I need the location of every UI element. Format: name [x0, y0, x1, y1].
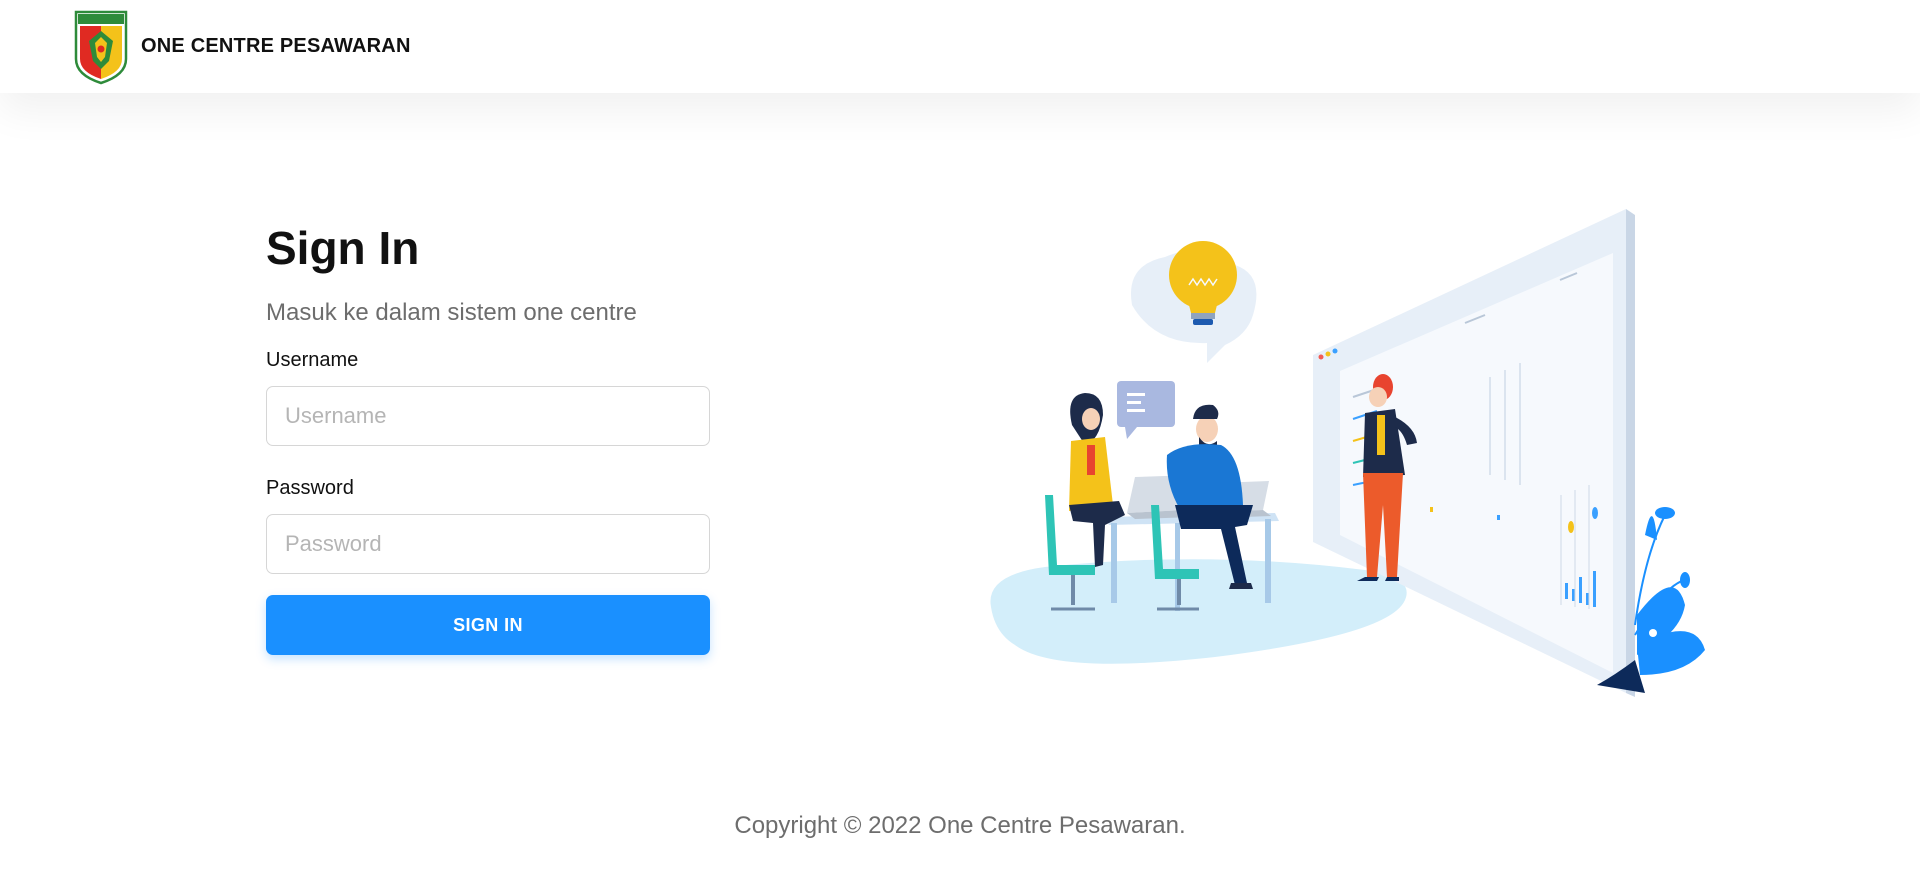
team-collaboration-illustration — [990, 209, 1705, 697]
footer-copyright: Copyright © 2022 One Centre Pesawaran. — [734, 812, 1186, 839]
pesawaran-logo — [74, 10, 128, 84]
username-input[interactable] — [266, 386, 710, 446]
login-form: Sign In Masuk ke dalam sistem one centre… — [266, 220, 710, 655]
top-navbar: ONE CENTRE PESAWARAN — [0, 0, 1920, 93]
password-label: Password — [266, 477, 354, 499]
page-subtitle: Masuk ke dalam sistem one centre — [266, 299, 637, 326]
login-page: ONE CENTRE PESAWARAN Sign In Masuk ke da… — [0, 0, 1920, 888]
username-label: Username — [266, 349, 359, 371]
brand[interactable]: ONE CENTRE PESAWARAN — [73, 9, 411, 85]
password-input[interactable] — [266, 514, 710, 574]
sign-in-button[interactable]: SIGN IN — [266, 595, 710, 655]
page-title: Sign In — [266, 222, 420, 274]
app-name: ONE CENTRE PESAWARAN — [141, 35, 411, 57]
